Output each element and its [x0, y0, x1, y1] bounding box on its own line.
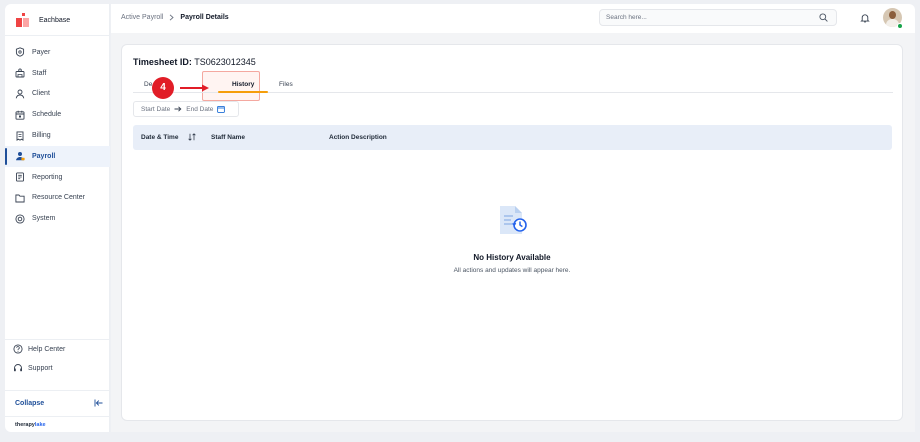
billing-icon — [16, 131, 24, 141]
table-header: Date & Time Staff Name Action Descriptio… — [133, 125, 892, 150]
calendar-icon[interactable] — [217, 105, 226, 113]
sidebar-item-reporting[interactable]: Reporting — [5, 167, 110, 188]
collapse-button[interactable]: Collapse — [15, 399, 103, 407]
collapse-label: Collapse — [15, 399, 45, 407]
breadcrumb: Active Payroll Payroll Details — [121, 14, 229, 21]
bell-icon[interactable] — [860, 13, 870, 23]
tab-files[interactable]: Files — [279, 81, 293, 88]
sort-icon[interactable] — [188, 133, 196, 141]
help-center-label: Help Center — [28, 345, 66, 353]
timesheet-card: Timesheet ID: TS0623012345 De History Fi… — [121, 44, 903, 421]
therapylake-logo: therapylake — [15, 422, 46, 428]
step-badge: 4 — [152, 77, 174, 99]
divider — [5, 35, 109, 36]
folder-icon — [15, 194, 25, 203]
sidebar-item-staff[interactable]: Staff — [5, 63, 110, 84]
start-date-label: Start Date — [141, 105, 171, 113]
brand-name: Eachbase — [39, 16, 71, 24]
help-center-link[interactable]: Help Center — [13, 344, 65, 354]
timesheet-id: TS0623012345 — [194, 57, 256, 67]
active-tab-indicator — [218, 91, 268, 93]
divider — [5, 339, 109, 340]
column-staff-name: Staff Name — [211, 134, 245, 141]
divider — [5, 416, 109, 417]
sidebar-item-label: Staff — [32, 69, 47, 77]
empty-state-title: No History Available — [473, 253, 551, 262]
sidebar-item-label: Reporting — [32, 173, 63, 181]
headset-icon — [14, 364, 22, 372]
tab-bar: De History Files — [133, 77, 893, 93]
sidebar-item-client[interactable]: Client — [5, 84, 110, 105]
sidebar-nav: Payer Staff Client Schedule Billing Payr… — [5, 42, 110, 229]
eachbase-logo-icon — [16, 13, 30, 27]
top-header: Active Payroll Payroll Details Search he… — [111, 4, 915, 33]
breadcrumb-current: Payroll Details — [180, 14, 229, 21]
sidebar-item-label: Billing — [32, 132, 51, 140]
chevron-right-icon — [170, 14, 175, 21]
breadcrumb-parent[interactable]: Active Payroll — [121, 14, 163, 21]
payroll-icon — [16, 152, 25, 161]
brand-logo[interactable]: Eachbase — [16, 13, 70, 27]
sidebar: Eachbase Payer Staff Client Schedule Bil… — [5, 4, 110, 432]
history-document-icon — [500, 206, 527, 234]
column-date-time[interactable]: Date & Time — [141, 134, 178, 141]
sidebar-item-system[interactable]: System — [5, 208, 110, 229]
page-title: Timesheet ID: TS0623012345 — [133, 57, 256, 67]
divider — [5, 390, 109, 391]
sidebar-item-label: Client — [32, 90, 50, 98]
sidebar-item-label: Schedule — [32, 111, 62, 119]
column-action-description: Action Description — [329, 134, 387, 141]
staff-icon — [15, 68, 25, 78]
support-link[interactable]: Support — [13, 363, 53, 373]
sidebar-item-label: Payroll — [32, 152, 56, 160]
support-label: Support — [28, 364, 53, 372]
collapse-arrow-icon — [94, 399, 103, 407]
sidebar-item-billing[interactable]: Billing — [5, 125, 110, 146]
arrow-right-icon — [180, 84, 209, 92]
search-icon[interactable] — [819, 13, 828, 22]
system-icon — [15, 214, 25, 224]
sidebar-item-label: System — [32, 215, 56, 223]
date-range-picker[interactable]: Start Date End Date — [133, 101, 239, 117]
sidebar-item-schedule[interactable]: Schedule — [5, 104, 110, 125]
report-icon — [16, 172, 24, 182]
sidebar-item-payroll[interactable]: Payroll — [5, 145, 110, 167]
shield-icon — [15, 47, 25, 58]
help-icon — [13, 344, 23, 354]
sidebar-item-resource-center[interactable]: Resource Center — [5, 188, 110, 209]
calendar-icon — [15, 110, 25, 120]
sidebar-item-label: Payer — [32, 48, 51, 56]
user-icon — [15, 89, 25, 99]
tab-history[interactable]: History — [232, 81, 254, 88]
search-placeholder: Search here... — [606, 14, 647, 21]
sidebar-item-label: Resource Center — [32, 194, 85, 202]
online-status-dot — [897, 23, 903, 29]
empty-state-subtitle: All actions and updates will appear here… — [453, 267, 571, 274]
end-date-label: End Date — [186, 105, 214, 113]
search-input[interactable]: Search here... — [599, 9, 837, 26]
arrow-right-icon — [174, 106, 182, 112]
sidebar-item-payer[interactable]: Payer — [5, 42, 110, 63]
